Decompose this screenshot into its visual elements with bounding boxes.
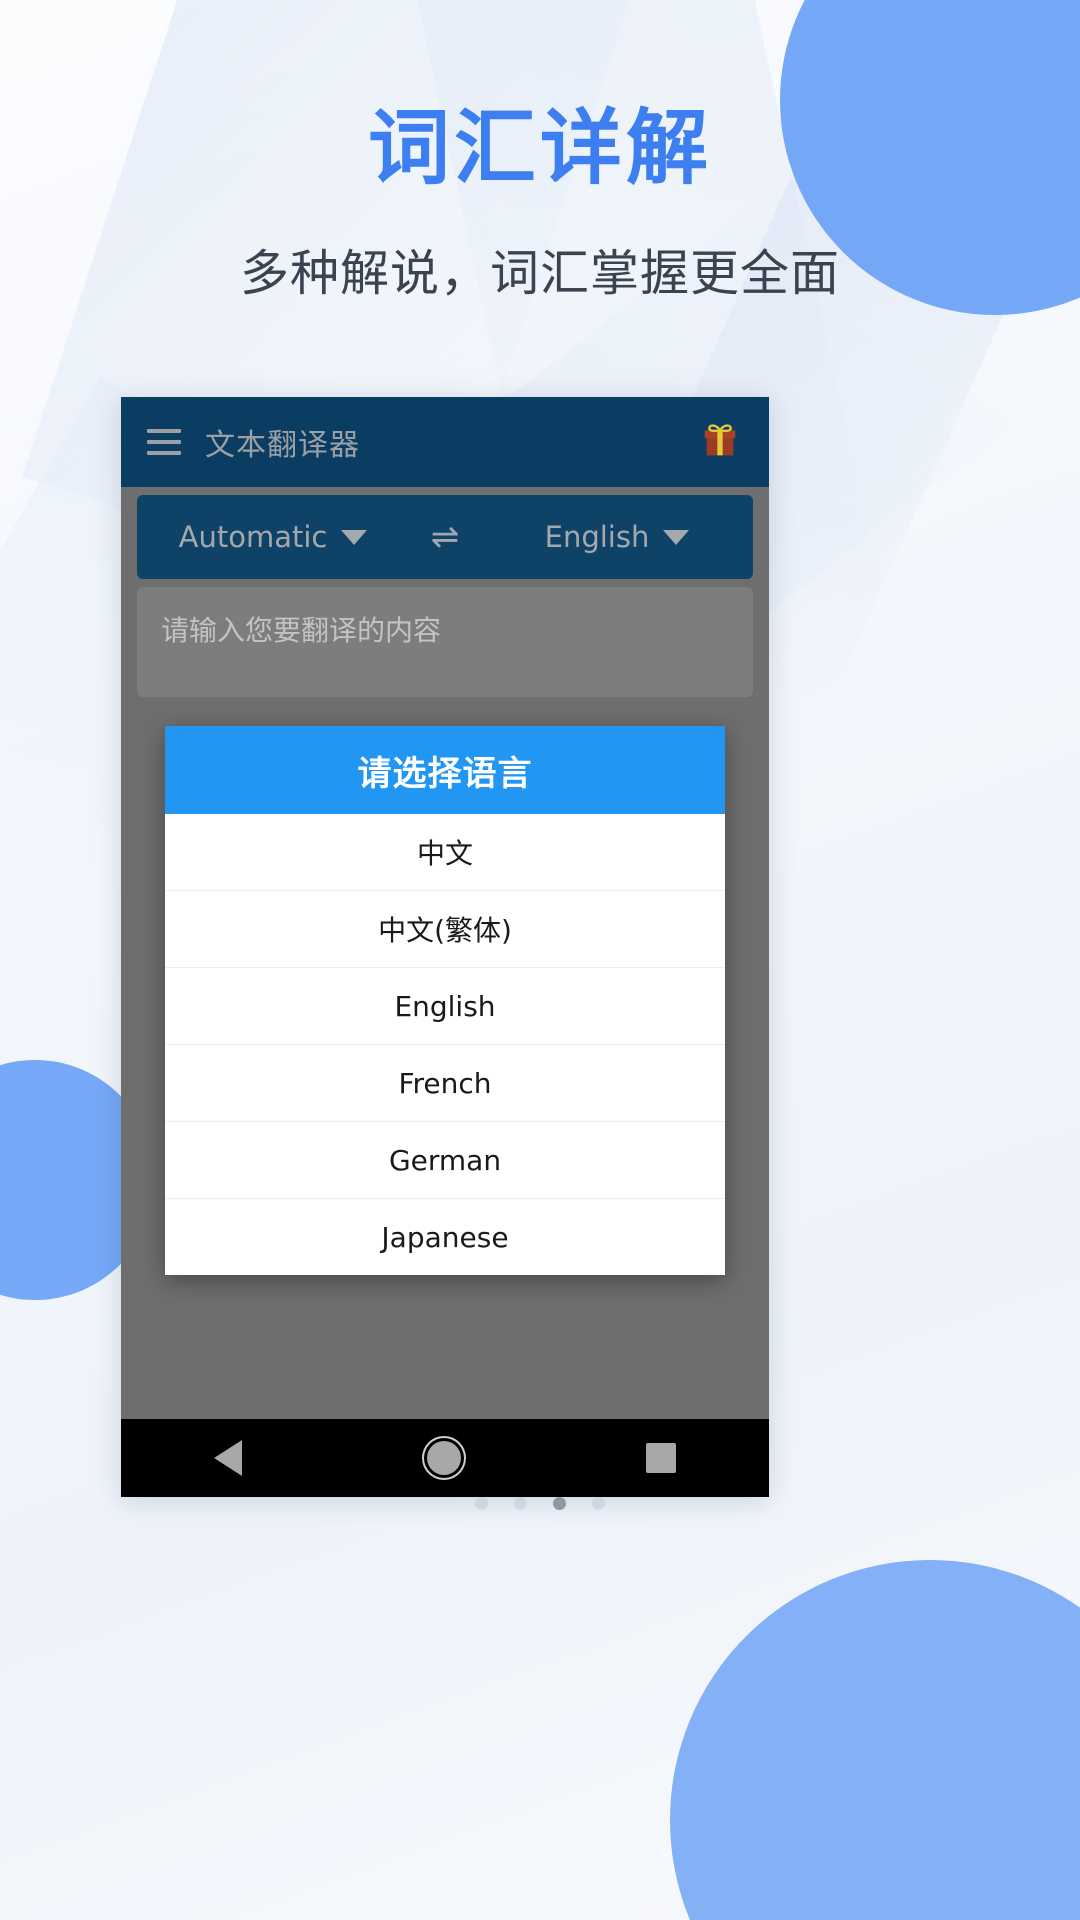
circle-home-icon[interactable] [426, 1441, 461, 1475]
chevron-down-icon [663, 529, 690, 545]
page-dot[interactable] [592, 1497, 605, 1510]
target-language-label: English [544, 520, 650, 554]
language-selector-bar: Automatic ⇌ English [137, 495, 753, 579]
target-language-dropdown[interactable]: English [481, 520, 753, 554]
page-title: 词汇详解 [367, 101, 712, 196]
translation-input-card[interactable]: 请输入您要翻译的内容 [137, 587, 753, 697]
language-selection-dialog: 请选择语言 中文 中文(繁体) English French German Ja… [165, 726, 725, 1275]
list-item[interactable]: 中文 [165, 814, 725, 891]
hamburger-menu-icon[interactable] [147, 429, 181, 455]
dialog-title: 请选择语言 [357, 753, 533, 794]
carousel-page-dots [0, 1497, 1080, 1510]
page-dot-active[interactable] [553, 1497, 566, 1510]
translation-input-placeholder: 请输入您要翻译的内容 [161, 614, 442, 647]
list-item[interactable]: English [165, 968, 725, 1045]
triangle-back-icon[interactable] [213, 1440, 242, 1476]
chevron-down-icon [341, 529, 368, 545]
source-language-label: Automatic [178, 520, 328, 554]
page-dot[interactable] [475, 1497, 488, 1510]
list-item[interactable]: German [165, 1122, 725, 1199]
swap-arrows-icon[interactable]: ⇌ [409, 517, 481, 557]
app-title: 文本翻译器 [205, 428, 360, 463]
app-bar: 文本翻译器 [121, 397, 769, 487]
page-dot[interactable] [514, 1497, 527, 1510]
page-subtitle: 多种解说，词汇掌握更全面 [239, 245, 840, 302]
phone-screenshot: 文本翻译器 Automatic ⇌ English 请输入您要翻译的内容 请选择… [121, 397, 769, 1497]
list-item[interactable]: 中文(繁体) [165, 891, 725, 968]
dialog-header: 请选择语言 [165, 726, 725, 814]
list-item[interactable]: French [165, 1045, 725, 1122]
list-item[interactable]: Japanese [165, 1199, 725, 1275]
gift-icon[interactable] [697, 417, 743, 468]
background-circle-bottom-right [670, 1560, 1080, 1920]
source-language-dropdown[interactable]: Automatic [137, 520, 409, 554]
android-navigation-bar [121, 1419, 769, 1497]
app-content: Automatic ⇌ English 请输入您要翻译的内容 请选择语言 中文 … [121, 487, 769, 1419]
language-option-list: 中文 中文(繁体) English French German Japanese [165, 814, 725, 1275]
promo-headline: 词汇详解 多种解说，词汇掌握更全面 [0, 108, 1080, 305]
square-recents-icon[interactable] [646, 1443, 677, 1473]
